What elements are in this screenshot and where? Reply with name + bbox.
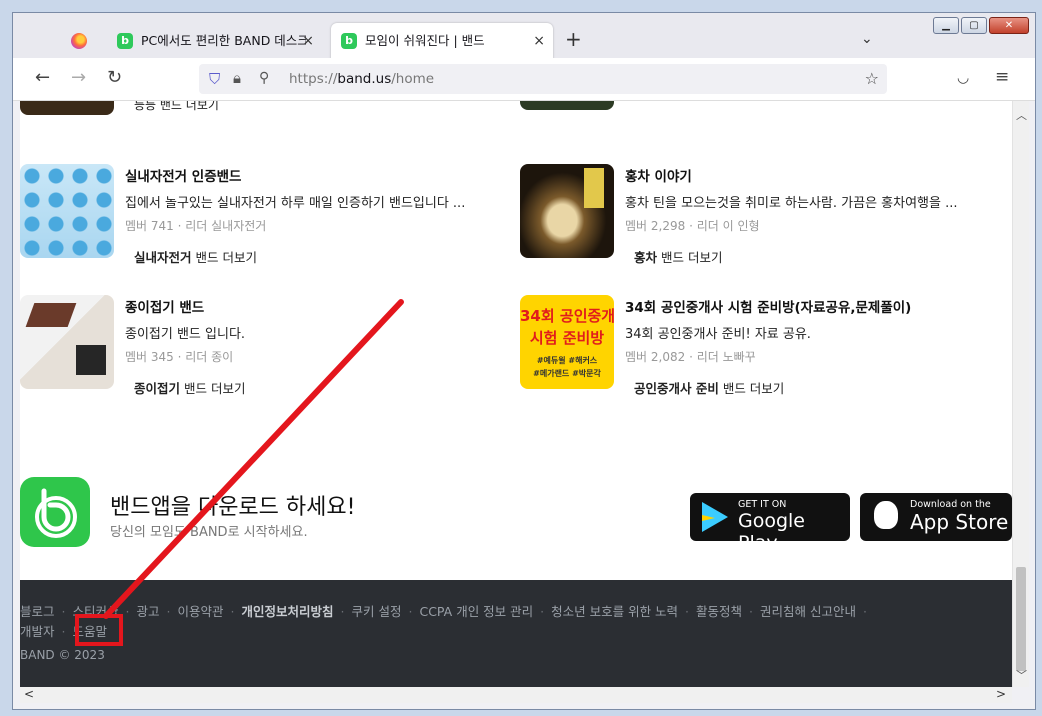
footer-link-report[interactable]: 권리침해 신고안내: [760, 604, 856, 619]
firefox-icon[interactable]: [71, 33, 87, 49]
scroll-up-icon[interactable]: ︿: [1016, 107, 1027, 123]
download-title: 밴드앱을 다운로드 하세요!: [110, 495, 356, 520]
address-bar[interactable]: ⛉ 🔒︎ ⚲ https://band.us/home ☆: [199, 64, 887, 94]
google-play-icon: [702, 502, 728, 532]
scrollbar-thumb[interactable]: [1016, 567, 1026, 671]
footer-link-terms[interactable]: 이용약관: [178, 604, 224, 619]
page-content: 등등 밴드 더보기 실내자전거 인증밴드 집에서 놀구있는 실내자전거 하루 매…: [20, 101, 1012, 687]
maximize-button[interactable]: ▢: [961, 17, 987, 34]
back-button[interactable]: ←: [35, 68, 50, 88]
footer-link-blog[interactable]: 블로그: [20, 604, 55, 619]
tab-close-icon[interactable]: ×: [302, 23, 314, 59]
app-store-button[interactable]: Download on the App Store: [860, 493, 1012, 541]
tab-band-desktop[interactable]: b PC에서도 편리한 BAND 데스크 ×: [107, 23, 322, 59]
pocket-icon[interactable]: ◡: [957, 70, 969, 86]
band-more-link[interactable]: 종이접기 밴드 더보기: [125, 378, 497, 397]
permissions-icon[interactable]: ⚲: [259, 70, 269, 86]
list-all-tabs-button[interactable]: ⌄: [861, 31, 873, 47]
bookmark-star-icon[interactable]: ☆: [865, 69, 879, 88]
band-meta: 멤버 741 · 리더 실내자전거: [125, 219, 267, 233]
band-more-link[interactable]: 홍차 밴드 더보기: [625, 247, 997, 266]
band-thumbnail[interactable]: [520, 164, 614, 258]
band-name[interactable]: 종이접기 밴드: [125, 296, 497, 316]
footer-link-cookie[interactable]: 쿠키 설정: [352, 604, 402, 619]
band-meta: 멤버 2,298 · 리더 이 인형: [625, 219, 760, 233]
download-subtitle: 당신의 모임도 BAND로 시작하세요.: [110, 525, 308, 540]
band-thumbnail-partial[interactable]: [520, 101, 614, 110]
band-thumbnail-partial[interactable]: [20, 101, 114, 115]
tab-title: PC에서도 편리한 BAND 데스크: [141, 33, 306, 48]
url-text[interactable]: https://band.us/home: [289, 71, 434, 87]
scroll-left-icon[interactable]: <: [24, 687, 34, 701]
shield-icon[interactable]: ⛉: [209, 70, 220, 88]
band-more-link[interactable]: 공인중개사 준비 밴드 더보기: [625, 378, 997, 397]
lock-icon[interactable]: 🔒︎: [233, 69, 241, 87]
band-thumbnail[interactable]: 34회 공인중개사 시험 준비방 #예듀윌 #해커스 #메가랜드 #박문각: [520, 295, 614, 389]
band-card[interactable]: 34회 공인중개사 시험 준비방 #예듀윌 #해커스 #메가랜드 #박문각 34…: [520, 295, 1010, 396]
band-description: 집에서 놀구있는 실내자전거 하루 매일 인증하기 밴드입니다 ...: [125, 196, 466, 211]
browser-window: b PC에서도 편리한 BAND 데스크 × b 모임이 쉬워진다 | 밴드 ×…: [12, 12, 1036, 710]
band-more-link-partial[interactable]: 등등 밴드 더보기: [134, 101, 219, 115]
scroll-down-icon[interactable]: ﹀: [1016, 667, 1027, 683]
reload-button[interactable]: ↻: [107, 68, 122, 88]
band-more-link[interactable]: 실내자전거 밴드 더보기: [125, 247, 497, 266]
navigation-toolbar: ← → ↻ ⛉ 🔒︎ ⚲ https://band.us/home ☆ ◡ ≡: [13, 58, 1035, 101]
band-favicon-icon: b: [117, 33, 133, 49]
footer-link-policy[interactable]: 활동정책: [696, 604, 742, 619]
tab-band-home[interactable]: b 모임이 쉬워진다 | 밴드 ×: [331, 23, 553, 59]
footer-link-ad[interactable]: 광고: [137, 604, 160, 619]
highlight-box: [75, 614, 123, 646]
band-app-logo: [20, 477, 90, 547]
footer-link-youth[interactable]: 청소년 보호를 위한 노력: [551, 604, 678, 619]
tab-title: 모임이 쉬워진다 | 밴드: [365, 33, 485, 48]
close-window-button[interactable]: ✕: [989, 17, 1029, 34]
tab-close-icon[interactable]: ×: [533, 23, 545, 59]
band-name[interactable]: 홍차 이야기: [625, 165, 997, 185]
band-description: 34회 공인중개사 준비! 자료 공유.: [625, 327, 811, 342]
band-name[interactable]: 실내자전거 인증밴드: [125, 165, 497, 185]
hamburger-menu-icon[interactable]: ≡: [995, 67, 1009, 87]
band-meta: 멤버 345 · 리더 종이: [125, 350, 234, 364]
band-card[interactable]: 홍차 이야기 홍차 틴을 모으는것을 취미로 하는사람. 가끔은 홍차여행을 .…: [520, 164, 1010, 265]
new-tab-button[interactable]: +: [565, 29, 582, 49]
window-controls: ▁ ▢ ✕: [933, 17, 1029, 34]
band-thumbnail[interactable]: [20, 295, 114, 389]
band-card[interactable]: 실내자전거 인증밴드 집에서 놀구있는 실내자전거 하루 매일 인증하기 밴드입…: [20, 164, 510, 265]
footer-link-ccpa[interactable]: CCPA 개인 정보 관리: [419, 604, 533, 619]
footer-link-developer[interactable]: 개발자: [20, 624, 55, 639]
band-description: 홍차 틴을 모으는것을 취미로 하는사람. 가끔은 홍차여행을 ...: [625, 196, 958, 211]
vertical-scrollbar[interactable]: ︿ ﹀: [1012, 101, 1029, 687]
scroll-right-icon[interactable]: >: [996, 687, 1006, 701]
apple-icon: [874, 501, 898, 529]
minimize-button[interactable]: ▁: [933, 17, 959, 34]
google-play-button[interactable]: GET IT ON Google Play: [690, 493, 850, 554]
tab-bar: b PC에서도 편리한 BAND 데스크 × b 모임이 쉬워진다 | 밴드 ×…: [13, 13, 1035, 59]
horizontal-scrollbar[interactable]: < >: [20, 687, 1012, 703]
copyright: BAND © 2023: [20, 648, 105, 662]
band-thumbnail[interactable]: [20, 164, 114, 258]
band-favicon-icon: b: [341, 33, 357, 49]
band-meta: 멤버 2,082 · 리더 노빠꾸: [625, 350, 756, 364]
band-description: 종이접기 밴드 입니다.: [125, 327, 246, 342]
band-name[interactable]: 34회 공인중개사 시험 준비방(자료공유,문제풀이): [625, 296, 997, 316]
footer-links: 블로그 · 스티커샵 · 광고 · 이용약관 · 개인정보처리방침 · 쿠키 설정 · CCPA 개인 …: [20, 604, 867, 639]
forward-button[interactable]: →: [71, 68, 86, 88]
band-card[interactable]: 종이접기 밴드 종이접기 밴드 입니다. 멤버 345 · 리더 종이 종이접기…: [20, 295, 510, 396]
footer-link-privacy[interactable]: 개인정보처리방침: [242, 604, 334, 619]
site-footer: 블로그 · 스티커샵 · 광고 · 이용약관 · 개인정보처리방침 · 쿠키 설정 · CCPA 개인 …: [20, 580, 1012, 687]
